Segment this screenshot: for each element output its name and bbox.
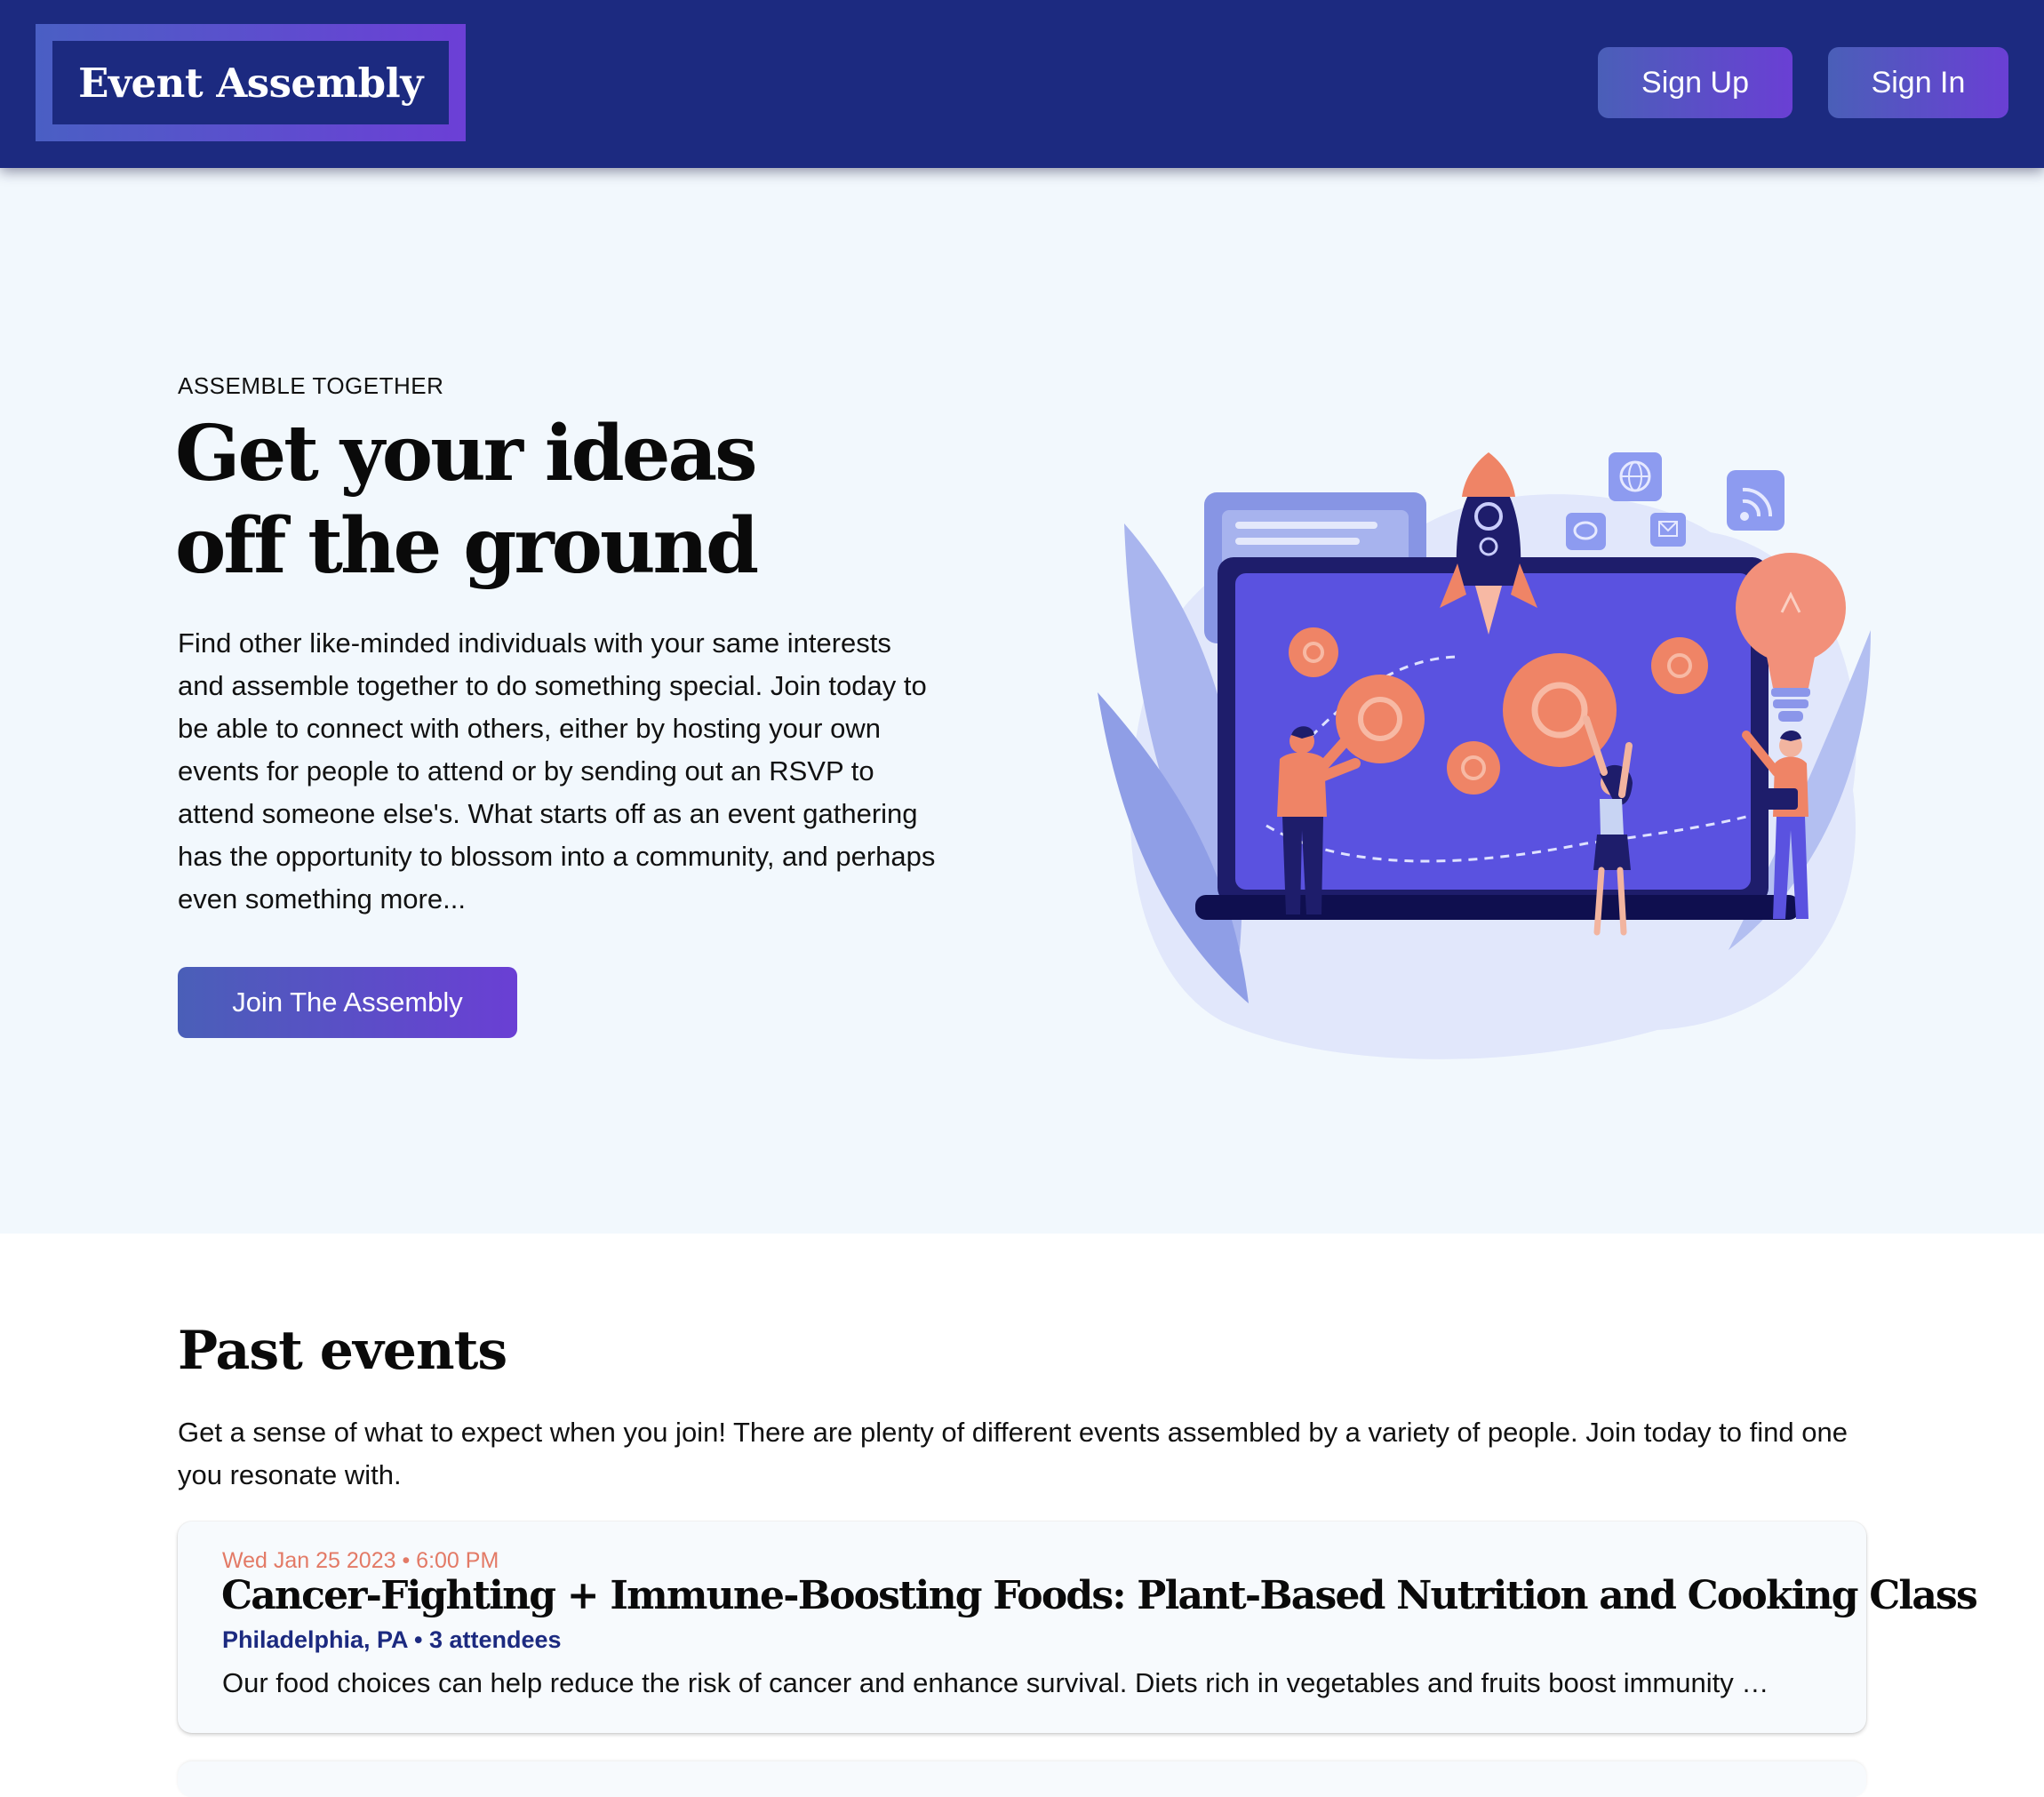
sign-up-button[interactable]: Sign Up: [1598, 47, 1792, 118]
top-navbar: Event Assembly Sign Up Sign In: [0, 0, 2044, 168]
wifi-icon: [1727, 470, 1785, 531]
hero-eyebrow: ASSEMBLE TOGETHER: [178, 372, 444, 399]
gear-small-1: [1289, 627, 1338, 677]
rocket-laptop-gears-illustration: [1098, 452, 1871, 1059]
next-event-card[interactable]: [178, 1761, 1866, 1797]
hero-description: Find other like-minded individuals with …: [178, 627, 936, 914]
event-card[interactable]: Wed Jan 25 2023 • 6:00 PM Cancer-Fightin…: [178, 1521, 1978, 1733]
sign-in-button[interactable]: Sign In: [1828, 47, 2008, 118]
join-assembly-button[interactable]: Join The Assembly: [178, 967, 517, 1038]
event-summary: Our food choices can help reduce the ris…: [222, 1667, 1769, 1698]
globe-icon: [1609, 452, 1662, 501]
hero-section: ASSEMBLE TOGETHER Get your ideas off the…: [0, 168, 2044, 1234]
mail-icon: [1650, 513, 1686, 547]
gear-small-3: [1651, 637, 1708, 694]
event-title[interactable]: Cancer-Fighting + Immune-Boosting Foods:…: [221, 1573, 1978, 1618]
chat-icon: [1566, 513, 1606, 550]
event-location-attendees: Philadelphia, PA • 3 attendees: [222, 1626, 562, 1653]
event-date: Wed Jan 25 2023 • 6:00 PM: [222, 1548, 499, 1573]
hero-title-line-1: Get your ideas: [175, 409, 758, 499]
hero-title: Get your ideas off the ground: [175, 408, 975, 593]
hero-title-line-2: off the ground: [175, 501, 759, 591]
gear-large: [1336, 675, 1425, 763]
gear-small-2: [1447, 741, 1500, 795]
past-events-title: Past events: [178, 1320, 507, 1382]
site-logo[interactable]: Event Assembly: [36, 24, 466, 141]
logo-inner: Event Assembly: [52, 41, 449, 124]
logo-text: Event Assembly: [78, 59, 423, 107]
past-events-description: Get a sense of what to expect when you j…: [178, 1417, 1848, 1490]
